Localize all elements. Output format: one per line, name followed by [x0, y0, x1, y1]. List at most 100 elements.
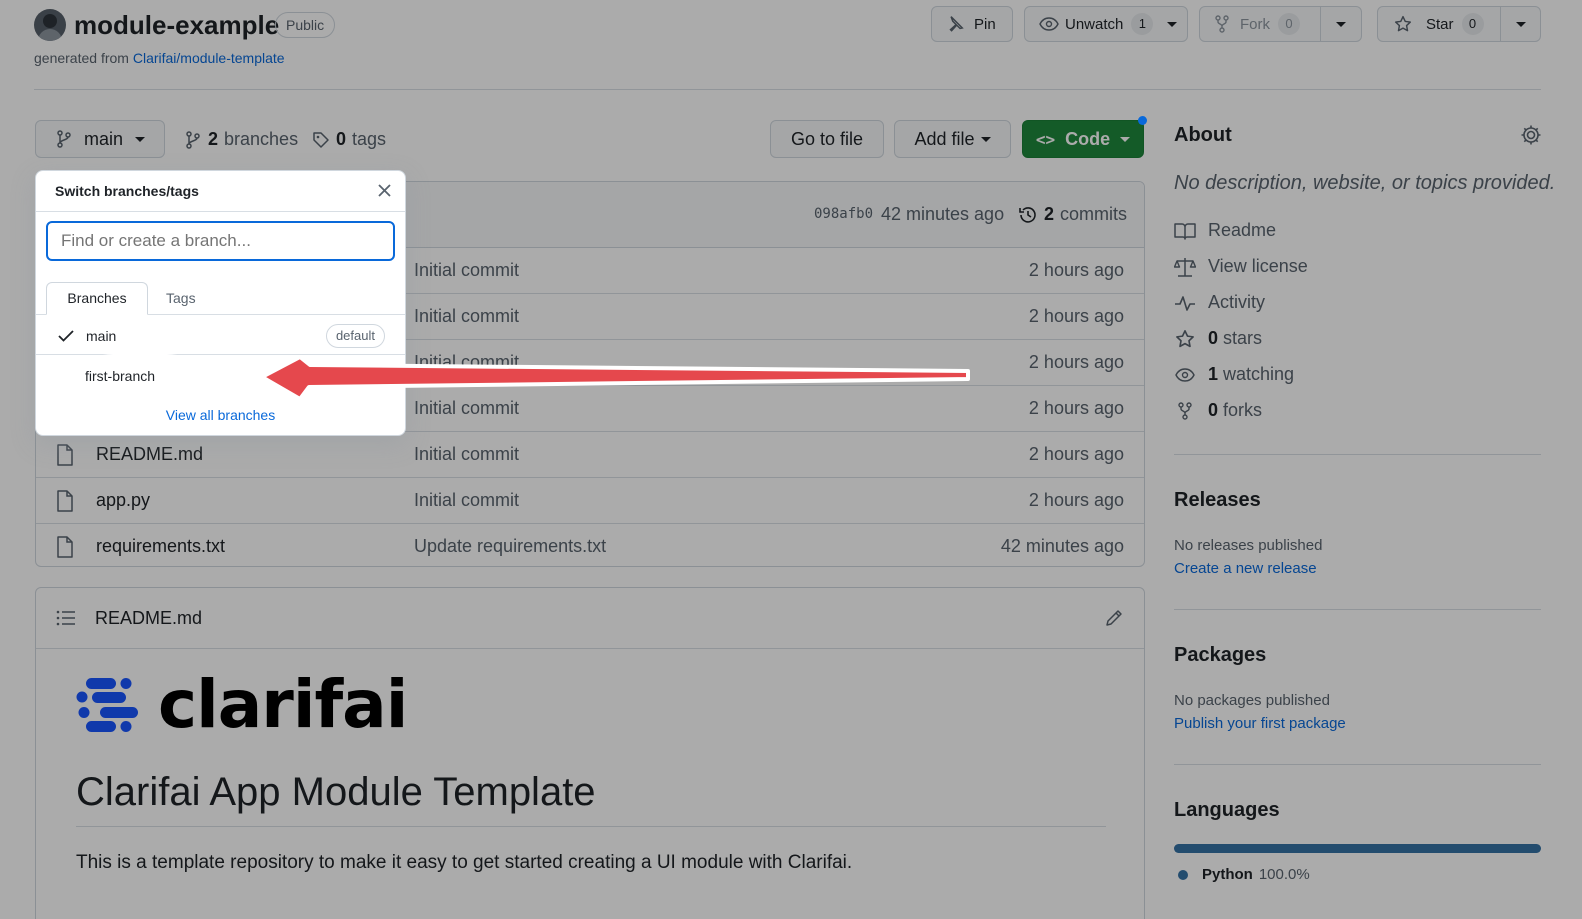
scale-icon: [1174, 257, 1196, 277]
tab-branches[interactable]: Branches: [46, 282, 148, 315]
stars-link[interactable]: 0 stars: [1174, 328, 1262, 349]
stars-label: stars: [1223, 328, 1263, 348]
generated-prefix: generated from: [34, 50, 129, 66]
commit-message[interactable]: Initial commit: [414, 352, 519, 373]
packages-title[interactable]: Packages: [1174, 644, 1266, 667]
license-link-label: View license: [1208, 256, 1308, 276]
go-to-file-button[interactable]: Go to file: [770, 120, 884, 158]
releases-title[interactable]: Releases: [1174, 489, 1261, 512]
fork-dropdown-button[interactable]: [1320, 6, 1362, 42]
stars-count: 0: [1208, 328, 1219, 348]
notification-dot: [1138, 116, 1147, 125]
commit-message[interactable]: Initial commit: [414, 306, 519, 327]
clarifai-logo-text: clarifai: [158, 666, 408, 743]
book-icon: [1174, 222, 1196, 240]
commit-message[interactable]: Initial commit: [414, 490, 519, 511]
create-release-link[interactable]: Create a new release: [1174, 560, 1317, 577]
tags-link[interactable]: 0 tags: [312, 129, 386, 150]
watching-count: 1: [1208, 364, 1219, 384]
view-all-branches-link[interactable]: View all branches: [36, 407, 405, 423]
file-name[interactable]: requirements.txt: [96, 536, 225, 557]
code-icon: <>: [1035, 129, 1056, 149]
branches-link[interactable]: 2 branches: [185, 129, 298, 150]
forks-link[interactable]: 0 forks: [1174, 400, 1262, 421]
code-button[interactable]: <> Code: [1022, 120, 1144, 158]
commit-message[interactable]: Initial commit: [414, 260, 519, 281]
chevron-down-icon: [1120, 136, 1131, 142]
readme-filename[interactable]: README.md: [95, 608, 202, 629]
tab-branches-label: Branches: [67, 290, 127, 306]
branch-item-main[interactable]: main default: [36, 317, 405, 355]
repo-name[interactable]: module-example: [74, 10, 279, 41]
activity-link[interactable]: Activity: [1174, 292, 1265, 313]
close-icon[interactable]: [378, 184, 391, 202]
star-button[interactable]: Star 0: [1377, 6, 1501, 42]
dropdown-title: Switch branches/tags: [55, 183, 199, 199]
commit-message[interactable]: Initial commit: [414, 398, 519, 419]
unwatch-label: Unwatch: [1065, 15, 1124, 33]
fork-label: Fork: [1240, 15, 1270, 33]
add-file-label: Add file: [914, 128, 975, 149]
about-title: About: [1174, 124, 1232, 146]
file-name[interactable]: app.py: [96, 490, 150, 511]
commit-message[interactable]: Update requirements.txt: [414, 536, 606, 557]
check-icon: [58, 329, 74, 347]
file-row[interactable]: app.py Initial commit 2 hours ago: [36, 478, 1144, 524]
gear-icon[interactable]: [1520, 124, 1542, 151]
star-icon: [1394, 15, 1412, 33]
add-file-button[interactable]: Add file: [894, 120, 1011, 158]
sidebar-divider: [1174, 454, 1541, 455]
default-badge: default: [325, 324, 385, 348]
commits-link[interactable]: 2 commits: [1018, 204, 1127, 225]
heading-divider: [76, 826, 1106, 827]
unwatch-button[interactable]: Unwatch 1: [1024, 6, 1188, 42]
star-label: Star: [1426, 15, 1454, 33]
avatar[interactable]: [34, 9, 66, 41]
sidebar-divider: [1174, 764, 1541, 765]
commit-hash[interactable]: 098afb0: [814, 206, 873, 222]
branch-filter-input[interactable]: [46, 221, 395, 261]
chevron-down-icon: [1515, 21, 1526, 27]
publish-package-link[interactable]: Publish your first package: [1174, 715, 1346, 732]
pin-button[interactable]: Pin: [931, 6, 1013, 42]
sidebar-divider: [1174, 609, 1541, 610]
readme-link[interactable]: Readme: [1174, 220, 1276, 241]
fork-button[interactable]: Fork 0: [1199, 6, 1321, 42]
list-icon[interactable]: [56, 610, 76, 631]
language-name: Python: [1202, 866, 1253, 883]
commits-label: commits: [1060, 204, 1128, 224]
fork-icon: [1174, 401, 1196, 421]
file-icon: [56, 444, 74, 471]
highlighted-branch-label[interactable]: first-branch: [85, 368, 155, 384]
pin-icon: [946, 15, 964, 33]
star-icon: [1174, 329, 1196, 349]
star-dropdown-button[interactable]: [1500, 6, 1541, 42]
visibility-badge: Public: [275, 12, 336, 38]
github-repo-page: module-example Public generated from Cla…: [0, 0, 1582, 919]
pulse-icon: [1174, 294, 1196, 312]
clarifai-logo: clarifai: [76, 666, 408, 743]
commit-message[interactable]: Initial commit: [414, 444, 519, 465]
tab-tags-label: Tags: [166, 290, 196, 306]
edit-icon[interactable]: [1104, 608, 1124, 633]
file-row[interactable]: README.md Initial commit 2 hours ago: [36, 432, 1144, 478]
releases-empty: No releases published: [1174, 537, 1323, 554]
tab-tags[interactable]: Tags: [166, 282, 196, 315]
file-name[interactable]: README.md: [96, 444, 203, 465]
commit-time: 42 minutes ago: [881, 204, 1005, 224]
history-icon: [1018, 205, 1038, 225]
clarifai-logo-mark: [76, 677, 138, 732]
chevron-down-icon: [1336, 21, 1346, 27]
branch-name: main: [84, 128, 124, 149]
watching-label: watching: [1223, 364, 1295, 384]
fork-icon: [1214, 15, 1230, 33]
license-link[interactable]: View license: [1174, 256, 1308, 277]
watching-link[interactable]: 1 watching: [1174, 364, 1294, 385]
file-icon: [56, 536, 74, 563]
language-item-python[interactable]: Python 100.0%: [1178, 866, 1310, 883]
template-link[interactable]: Clarifai/module-template: [133, 50, 285, 66]
branch-select-button[interactable]: main: [35, 120, 165, 158]
file-row[interactable]: requirements.txt Update requirements.txt…: [36, 524, 1144, 566]
branch-icon: [56, 130, 72, 148]
dropdown-header-divider: [36, 211, 405, 212]
